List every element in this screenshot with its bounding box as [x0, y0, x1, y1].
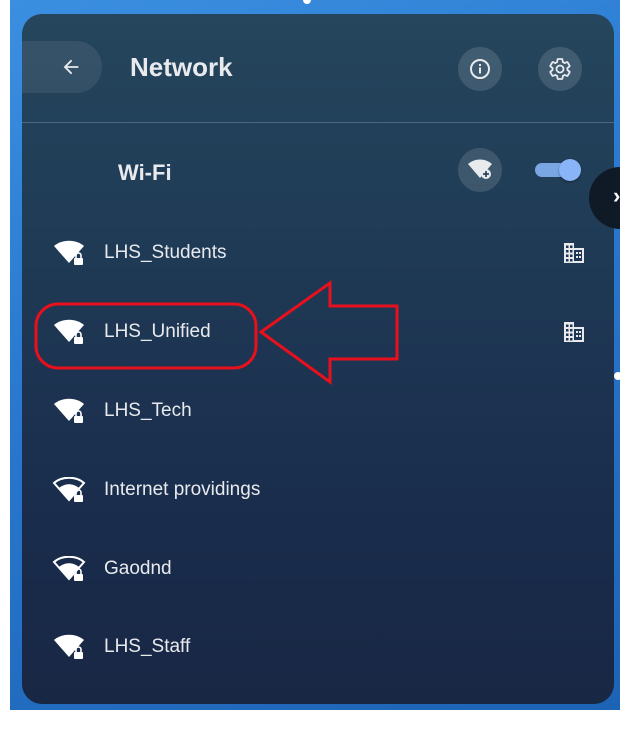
- arrow-annotation: [258, 280, 399, 385]
- highlight-ellipse: [34, 302, 258, 370]
- annotation-overlay: [34, 280, 399, 385]
